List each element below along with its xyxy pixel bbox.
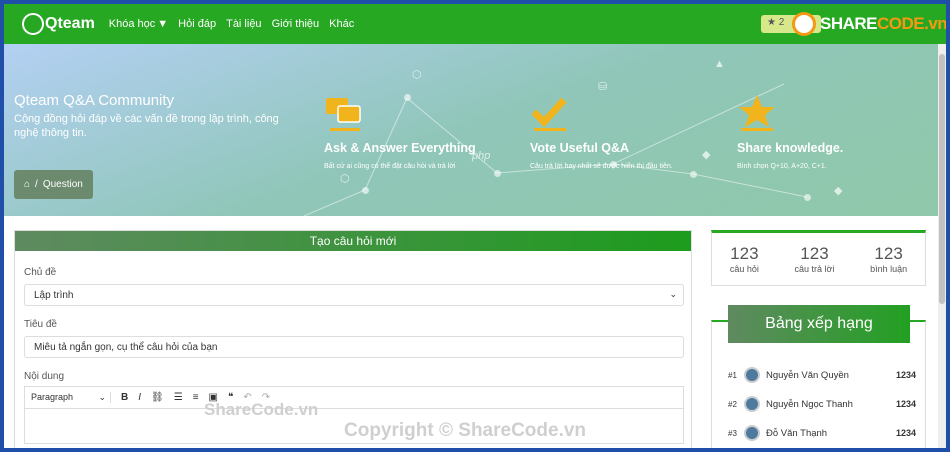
stat-comments: 123 bình luận [870, 244, 907, 274]
sharecode-logo-icon [792, 12, 816, 36]
menu-hoi-dap[interactable]: Hỏi đáp [178, 18, 216, 30]
feature-title: Share knowledge. [737, 141, 844, 155]
ranking-title: Bảng xếp hạng [728, 305, 910, 343]
menu-label: Khóa học [108, 18, 156, 30]
content-label: Nội dung [24, 371, 65, 382]
feature-desc: Bất cứ ai cũng có thể đặt câu hỏi và trả… [324, 163, 456, 170]
breadcrumb-question: Question [42, 179, 83, 190]
hero-title: Qteam Q&A Community [14, 92, 175, 109]
user-name: Đỗ Văn Thạnh [766, 427, 828, 439]
brand-text: Qteam [45, 15, 95, 32]
paragraph-select[interactable]: Paragraph ⌄ [31, 392, 111, 403]
menu-gioi-thieu[interactable]: Giới thiệu [272, 18, 320, 30]
checkmark-icon [531, 97, 567, 131]
topic-select[interactable]: Lập trình ⌄ [24, 284, 684, 306]
card-title: Tạo câu hỏi mới [15, 231, 691, 251]
user-name: Nguyễn Ngọc Thanh [766, 398, 853, 410]
rank-number: #2 [728, 399, 737, 409]
numbered-list-icon[interactable]: ≡ [193, 392, 199, 403]
stat-number: 123 [874, 244, 903, 263]
user-score: 1234 [895, 370, 916, 380]
stats-box: 123 câu hỏi 123 câu trả lời 123 bình luận [711, 230, 926, 286]
topic-value: Lập trình [34, 290, 74, 301]
watermark: ShareCode.vn [204, 400, 319, 419]
hero-banner: ⬡ ⬡ ⛁ ▲ ◆ ◆ php Qteam Q&A Community Cộng… [4, 44, 946, 216]
stat-label: câu hỏi [729, 264, 759, 274]
breadcrumb-separator: / [35, 179, 38, 190]
menu-khac[interactable]: Khác [329, 18, 354, 30]
avatar [744, 367, 760, 383]
feature-desc: Bình chọn Q+10, A+20, C+1. [737, 163, 827, 170]
main-menu: Khóa học ▼ Hỏi đáp Tài liệu Giới thiệu Kh… [109, 18, 354, 30]
chevron-down-icon: ⌄ [669, 289, 677, 299]
ranking-row[interactable]: #2 Nguyễn Ngọc Thanh 1234 [728, 396, 916, 412]
bullet-list-icon[interactable]: ☰ [174, 392, 183, 403]
user-score: 1234 [895, 428, 916, 438]
brand-logo[interactable]: Qteam [22, 13, 95, 35]
rank-number: #1 [728, 370, 737, 380]
ranking-row[interactable]: #3 Đỗ Văn Thạnh 1234 [728, 425, 916, 441]
stat-number: 123 [800, 244, 829, 263]
menu-khoa-hoc[interactable]: Khóa học ▼ [109, 18, 168, 30]
topic-label: Chủ đề [24, 267, 57, 278]
sharecode-logo: SHARECODE.vn [792, 12, 946, 36]
bold-icon[interactable]: B [121, 392, 128, 403]
sharecode-share: SHARE [820, 14, 878, 33]
star-icon [739, 95, 775, 131]
logo-q-icon [22, 13, 44, 35]
chevron-down-icon: ⌄ [98, 392, 106, 402]
feature-vote: Vote Useful Q&A Câu trả lời hay nhất sẽ … [530, 92, 720, 170]
stat-label: câu trả lời [794, 264, 835, 274]
link-icon[interactable]: ⛓ [151, 392, 164, 403]
paragraph-label: Paragraph [31, 392, 74, 402]
avatar [744, 396, 760, 412]
new-question-card: Tạo câu hỏi mới Chủ đề Lập trình ⌄ Tiêu đ… [14, 230, 692, 448]
stat-answers: 123 câu trả lời [795, 244, 835, 274]
feature-title: Ask & Answer Everything [324, 141, 476, 155]
caret-down-icon: ▼ [157, 18, 169, 30]
rank-number: #3 [728, 428, 737, 438]
sharecode-logo-text: SHARECODE.vn [820, 14, 946, 34]
feature-title: Vote Useful Q&A [530, 141, 630, 155]
stat-label: bình luận [870, 264, 908, 274]
menu-tai-lieu[interactable]: Tài liệu [226, 18, 261, 30]
feature-share: Share knowledge. Bình chọn Q+10, A+20, C… [737, 92, 927, 170]
angular-icon: ▲ [714, 58, 725, 70]
watermark-copyright: Copyright © ShareCode.vn [344, 420, 587, 441]
title-label: Tiêu đề [24, 319, 57, 330]
editor-toolbar: Paragraph ⌄ BI ⛓ ☰ ≡ ▣ ❝ ↶ ↷ [25, 387, 683, 409]
feature-ask: Ask & Answer Everything Bất cứ ai cũng c… [324, 92, 514, 170]
page-scrollbar[interactable] [938, 44, 946, 448]
user-name: Nguyễn Văn Quyền [766, 369, 849, 381]
browser-window: Qteam Khóa học ▼ Hỏi đáp Tài liệu Giới th… [4, 4, 946, 448]
breadcrumb: ⌂ / Question [14, 170, 93, 199]
feature-desc: Câu trả lời hay nhất sẽ được hiển thị đầ… [530, 163, 673, 170]
chat-bubbles-icon [326, 98, 361, 131]
scrollbar-thumb[interactable] [939, 54, 945, 304]
hero-subtitle: Cộng đồng hỏi đáp về các vấn đề trong lậ… [14, 113, 279, 139]
sharecode-code: CODE.vn [877, 14, 946, 33]
title-input[interactable]: Miêu tả ngắn gọn, cụ thể câu hỏi của bạn [24, 336, 684, 358]
stat-number: 123 [730, 244, 759, 263]
italic-icon[interactable]: I [138, 392, 141, 403]
top-navbar: Qteam Khóa học ▼ Hỏi đáp Tài liệu Giới th… [4, 4, 946, 44]
html5-icon-2: ⬡ [340, 173, 350, 185]
diamond-icon: ◆ [834, 185, 843, 197]
ranking-row[interactable]: #1 Nguyễn Văn Quyền 1234 [728, 367, 916, 383]
ranking-box: Bảng xếp hạng #1 Nguyễn Văn Quyền 1234 #2 N… [711, 305, 926, 448]
avatar [744, 425, 760, 441]
user-score: 1234 [895, 399, 916, 409]
home-icon[interactable]: ⌂ [24, 179, 30, 190]
stat-questions: 123 câu hỏi [730, 244, 759, 274]
html5-icon: ⬡ [412, 69, 422, 81]
